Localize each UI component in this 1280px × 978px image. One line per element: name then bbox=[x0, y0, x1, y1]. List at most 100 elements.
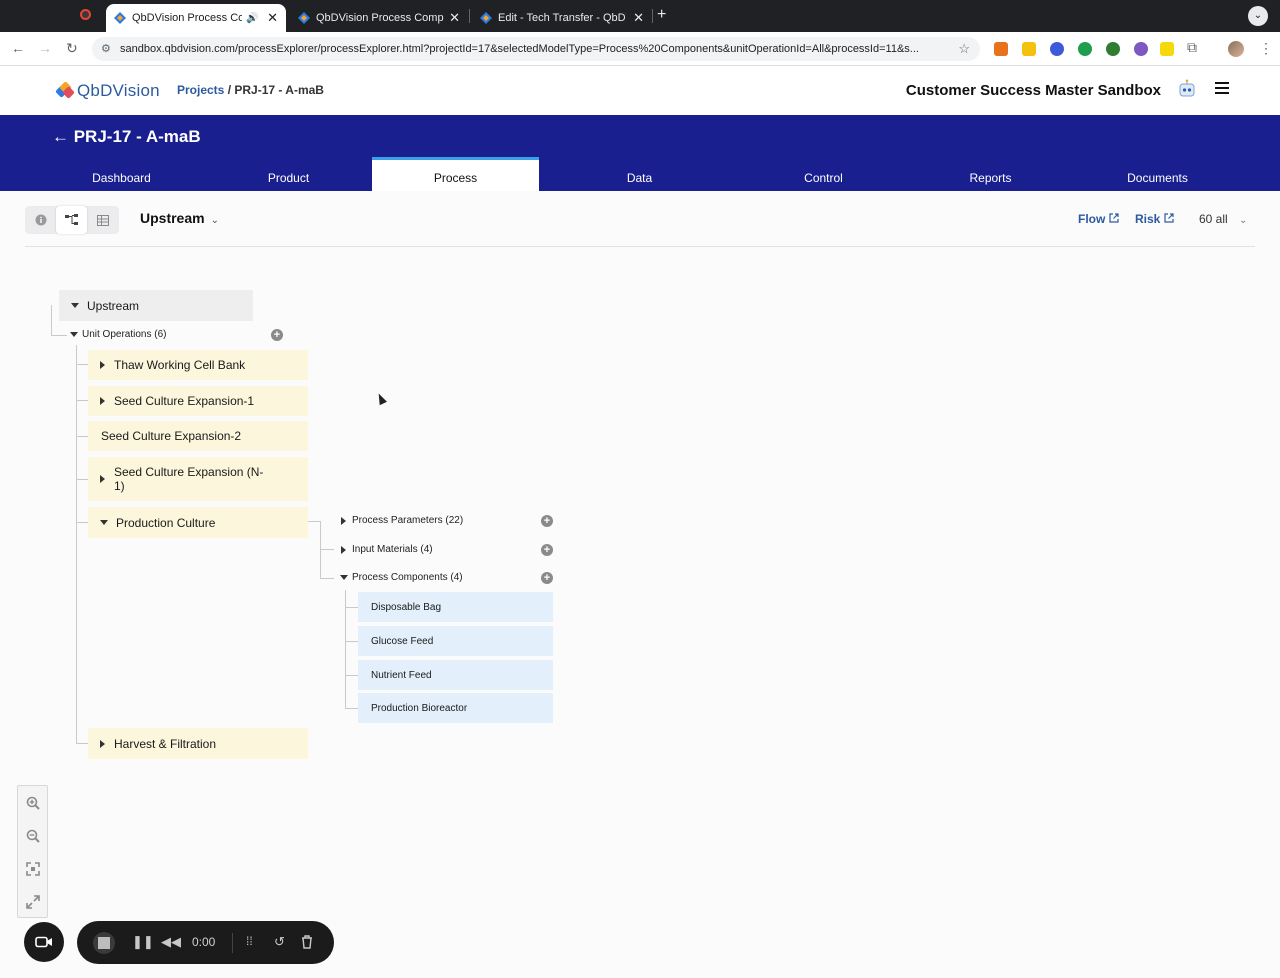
caret-right-icon[interactable] bbox=[341, 516, 346, 525]
tab-documents[interactable]: Documents bbox=[1074, 157, 1241, 191]
recorder-camera-button[interactable] bbox=[24, 922, 64, 962]
back-to-project-link[interactable]: ← PRJ-17 - A-maB bbox=[52, 127, 201, 147]
close-tab-icon[interactable]: ✕ bbox=[449, 10, 460, 26]
trash-icon[interactable] bbox=[301, 935, 313, 949]
speaker-icon: 🔊 bbox=[246, 12, 259, 24]
grammarly-extension-icon[interactable] bbox=[1078, 42, 1092, 56]
process-component-node[interactable]: Disposable Bag bbox=[358, 592, 553, 622]
browser-toolbar: ← → ↻ ⚙ sandbox.qbdvision.com/processExp… bbox=[0, 32, 1280, 66]
browser-tab[interactable]: Edit - Tech Transfer - QbDVis ✕ bbox=[472, 4, 652, 32]
fullscreen-button[interactable] bbox=[18, 885, 47, 918]
pause-icon[interactable]: ❚❚ bbox=[132, 934, 154, 950]
flow-label: Flow bbox=[1078, 212, 1106, 226]
process-parameters-group[interactable]: Process Parameters (22) bbox=[341, 515, 463, 526]
connector-line bbox=[345, 641, 358, 642]
stop-recording-button[interactable] bbox=[93, 932, 115, 954]
assistant-bot-icon[interactable] bbox=[1177, 79, 1197, 99]
process-components-group[interactable]: Process Components (4) bbox=[340, 572, 463, 583]
process-scope-dropdown[interactable]: Upstream ⌄ bbox=[140, 210, 219, 226]
process-component-node[interactable]: Production Bioreactor bbox=[358, 693, 553, 723]
zoom-out-button[interactable] bbox=[18, 819, 47, 852]
extension-icon[interactable] bbox=[1134, 42, 1148, 56]
close-tab-icon[interactable]: ✕ bbox=[633, 10, 644, 26]
process-component-label: Nutrient Feed bbox=[371, 669, 432, 681]
root-label: Upstream bbox=[87, 298, 140, 313]
chevron-down-icon: ⌄ bbox=[210, 215, 219, 226]
caret-down-icon[interactable] bbox=[340, 575, 348, 580]
input-materials-group[interactable]: Input Materials (4) bbox=[341, 544, 433, 555]
unit-operation-label: Seed Culture Expansion-1 bbox=[114, 394, 255, 408]
new-tab-button[interactable]: + bbox=[657, 6, 666, 24]
tab-process[interactable]: Process bbox=[372, 157, 539, 191]
caret-right-icon[interactable] bbox=[100, 475, 105, 483]
extension-icon[interactable] bbox=[1160, 42, 1174, 56]
extension-icon[interactable] bbox=[1050, 42, 1064, 56]
browser-tab[interactable]: QbDVision Process Compone ✕ bbox=[290, 4, 468, 32]
tab-title: QbDVision Process Compone bbox=[316, 12, 444, 24]
unit-operation-node[interactable]: Harvest & Filtration bbox=[88, 728, 308, 759]
profile-avatar[interactable] bbox=[1228, 41, 1244, 57]
logo-text: QbDVision bbox=[77, 81, 160, 100]
caret-down-icon[interactable] bbox=[100, 520, 108, 525]
connector-line bbox=[76, 364, 88, 365]
restart-icon[interactable]: ↺ bbox=[274, 934, 285, 950]
fit-to-screen-button[interactable] bbox=[18, 852, 47, 885]
add-input-material-icon[interactable]: + bbox=[541, 544, 553, 556]
unit-operation-label: Harvest & Filtration bbox=[114, 736, 217, 751]
view-info-button[interactable] bbox=[25, 206, 56, 234]
flow-link[interactable]: Flow bbox=[1078, 212, 1119, 226]
tab-search-chevron-icon[interactable]: ⌄ bbox=[1248, 6, 1268, 26]
close-tab-icon[interactable]: ✕ bbox=[267, 10, 278, 26]
caret-right-icon[interactable] bbox=[100, 361, 105, 369]
extension-icon[interactable] bbox=[1106, 42, 1120, 56]
connector-line bbox=[76, 436, 88, 437]
unit-operation-node[interactable]: Thaw Working Cell Bank bbox=[88, 350, 308, 380]
records-filter-dropdown[interactable]: 60 all ⌄ bbox=[1199, 212, 1247, 226]
tab-reports[interactable]: Reports bbox=[907, 157, 1074, 191]
extension-icon[interactable] bbox=[994, 42, 1008, 56]
tab-control[interactable]: Control bbox=[740, 157, 907, 191]
site-info-icon[interactable]: ⚙ bbox=[101, 42, 111, 55]
browser-menu-icon[interactable]: ⋮ bbox=[1259, 40, 1273, 57]
tree-root-node[interactable]: Upstream bbox=[59, 290, 253, 321]
add-process-component-icon[interactable]: + bbox=[541, 572, 553, 584]
extension-icon[interactable] bbox=[1022, 42, 1036, 56]
unit-operations-group[interactable]: Unit Operations (6) bbox=[70, 329, 166, 340]
process-component-label: Glucose Feed bbox=[371, 635, 434, 647]
forward-arrow-icon[interactable]: → bbox=[38, 40, 52, 56]
tab-dashboard[interactable]: Dashboard bbox=[38, 157, 205, 191]
caret-down-icon[interactable] bbox=[70, 332, 78, 337]
rewind-icon[interactable]: ◀◀ bbox=[161, 934, 181, 950]
unit-operation-node-expanded[interactable]: Production Culture bbox=[88, 507, 308, 538]
unit-operation-node[interactable]: Seed Culture Expansion-2 bbox=[88, 421, 308, 451]
address-bar[interactable]: ⚙ sandbox.qbdvision.com/processExplorer/… bbox=[92, 37, 980, 61]
add-process-parameter-icon[interactable]: + bbox=[541, 515, 553, 527]
reload-icon[interactable]: ↻ bbox=[66, 40, 78, 57]
unit-operation-node[interactable]: Seed Culture Expansion (N-1) bbox=[88, 457, 308, 501]
view-tree-button[interactable] bbox=[56, 206, 87, 234]
main-menu-hamburger-icon[interactable] bbox=[1215, 82, 1229, 94]
caret-down-icon[interactable] bbox=[71, 303, 79, 308]
bookmark-star-icon[interactable]: ☆ bbox=[958, 41, 970, 57]
process-component-label: Production Bioreactor bbox=[371, 702, 468, 714]
browser-tab-active[interactable]: QbDVision Process Comp 🔊 ✕ bbox=[106, 4, 286, 32]
tab-product[interactable]: Product bbox=[205, 157, 372, 191]
risk-link[interactable]: Risk bbox=[1135, 212, 1174, 226]
add-unit-operation-icon[interactable]: + bbox=[271, 329, 283, 341]
caret-right-icon[interactable] bbox=[100, 739, 105, 748]
explorer-toolbar: Upstream ⌄ Flow Risk 60 all ⌄ bbox=[25, 201, 1255, 247]
caret-right-icon[interactable] bbox=[341, 545, 346, 554]
caret-right-icon[interactable] bbox=[100, 397, 105, 405]
process-component-node[interactable]: Glucose Feed bbox=[358, 626, 553, 656]
zoom-in-button[interactable] bbox=[18, 786, 47, 819]
process-component-node[interactable]: Nutrient Feed bbox=[358, 660, 553, 690]
view-table-button[interactable] bbox=[87, 206, 118, 234]
breadcrumb-separator: / bbox=[224, 83, 235, 97]
grid-icon[interactable]: ⁞⁞ bbox=[246, 934, 253, 948]
extensions-puzzle-icon[interactable]: ⧉ bbox=[1187, 39, 1197, 56]
tab-data[interactable]: Data bbox=[556, 157, 723, 191]
qbdvision-logo[interactable]: QbDVision bbox=[55, 81, 160, 101]
breadcrumb-projects-link[interactable]: Projects bbox=[177, 83, 224, 97]
back-arrow-icon[interactable]: ← bbox=[11, 40, 25, 56]
unit-operation-node[interactable]: Seed Culture Expansion-1 bbox=[88, 386, 308, 416]
